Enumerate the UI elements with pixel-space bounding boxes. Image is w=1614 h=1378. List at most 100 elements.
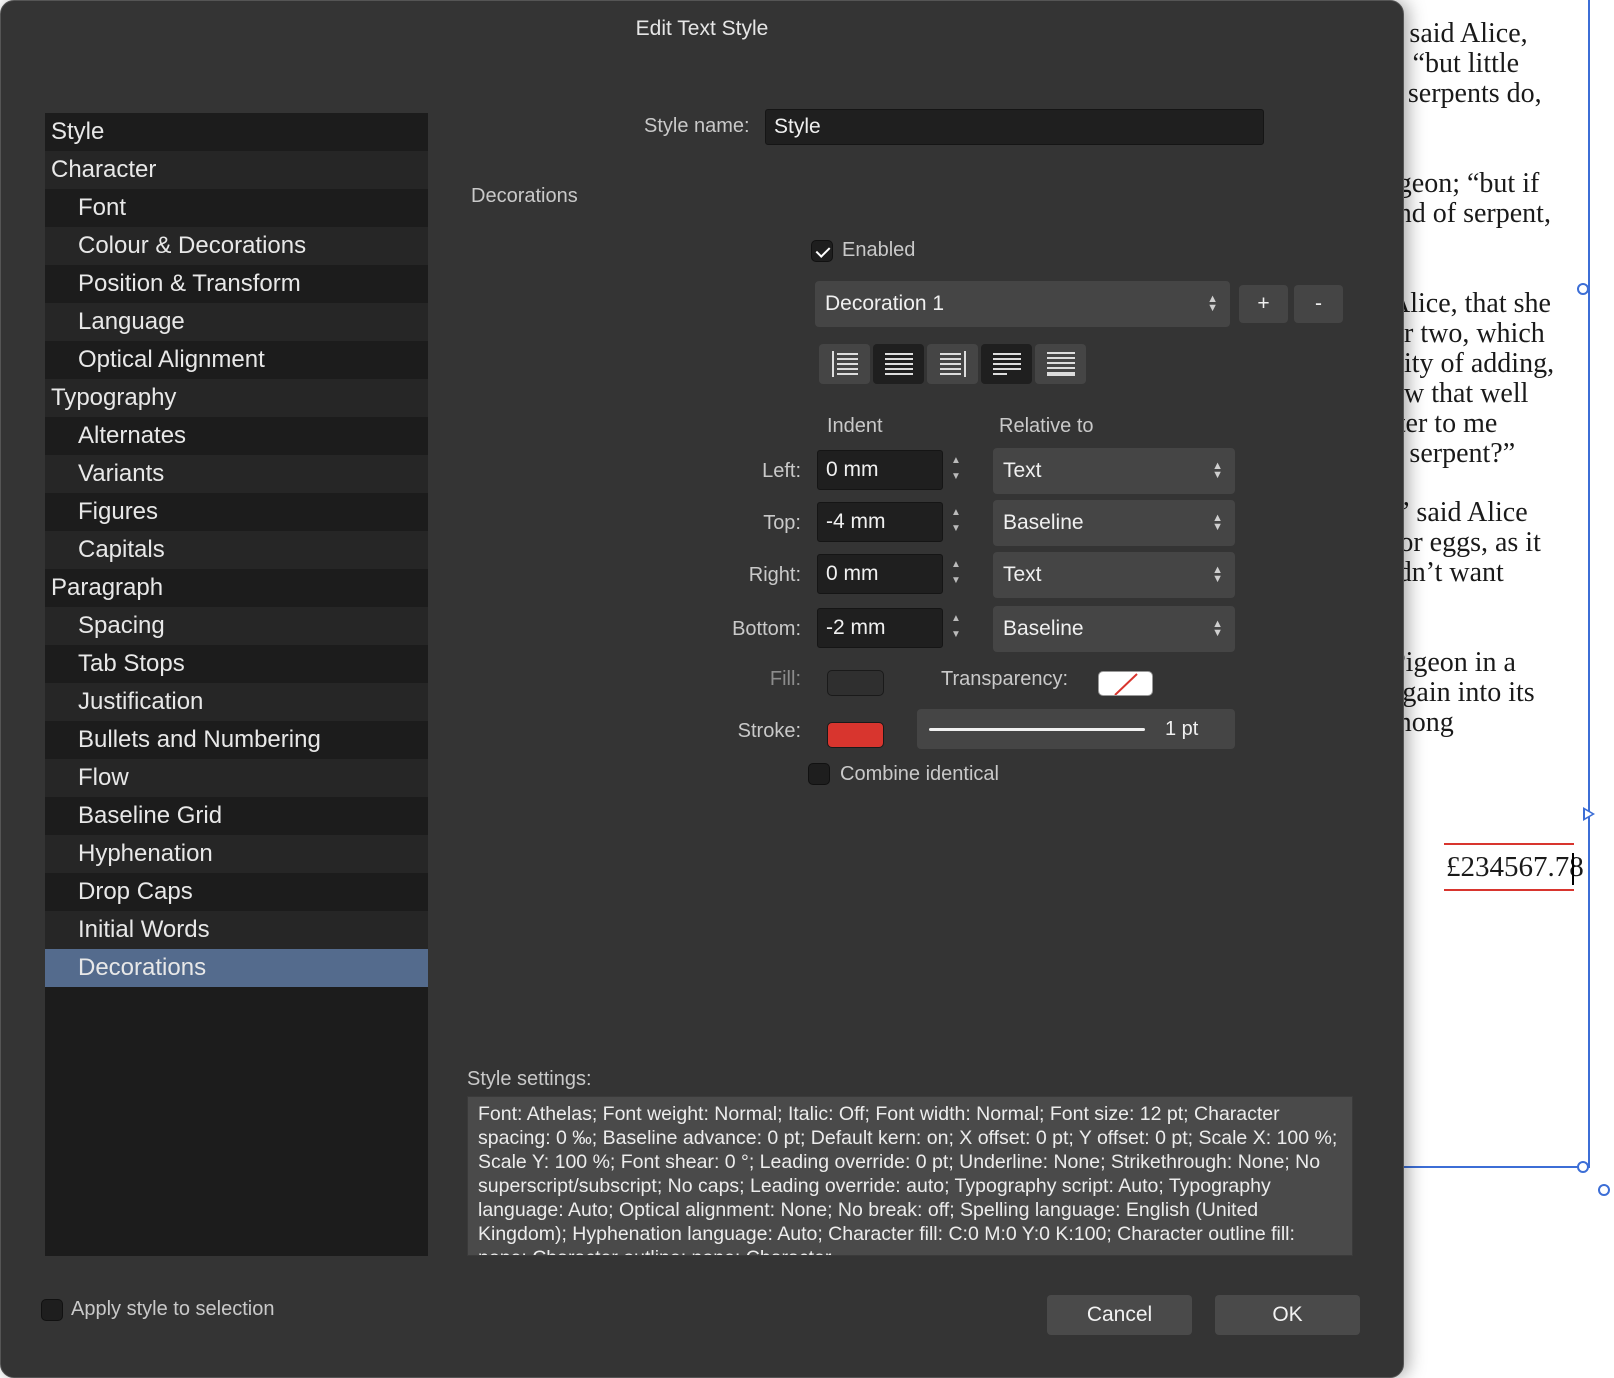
document-text-line: a serpent?” xyxy=(1390,438,1516,469)
sidebar-item-font[interactable]: Font xyxy=(45,189,428,227)
sidebar-item-flow[interactable]: Flow xyxy=(45,759,428,797)
relative-to-column-header: Relative to xyxy=(999,415,1094,437)
text-flow-arrow-icon[interactable] xyxy=(1583,807,1595,821)
sidebar-item-decorations[interactable]: Decorations xyxy=(45,949,428,987)
sidebar-item-spacing[interactable]: Spacing xyxy=(45,607,428,645)
fill-swatch[interactable] xyxy=(827,670,884,696)
document-canvas[interactable]: ” said Alice, l; “but little s serpents do… xyxy=(1390,0,1614,1378)
section-title: Decorations xyxy=(471,185,578,207)
sidebar-item-drop-caps[interactable]: Drop Caps xyxy=(45,873,428,911)
sidebar-item-justification[interactable]: Justification xyxy=(45,683,428,721)
sidebar-item-alternates[interactable]: Alternates xyxy=(45,417,428,455)
chevron-up-down-icon: ▲ ▼ xyxy=(1212,618,1223,639)
sidebar-item-style[interactable]: Style xyxy=(45,113,428,151)
sidebar-item-optical-alignment[interactable]: Optical Alignment xyxy=(45,341,428,379)
top-relative-select[interactable]: Baseline ▲ ▼ xyxy=(993,500,1235,546)
document-text-line: for eggs, as it xyxy=(1390,527,1541,558)
document-text-line: tter to me xyxy=(1390,408,1498,439)
bottom-relative-select[interactable]: Baseline ▲ ▼ xyxy=(993,606,1235,652)
document-text-line: s serpents do, xyxy=(1390,78,1542,109)
style-name-field[interactable]: Style xyxy=(765,109,1264,145)
right-indent-stepper[interactable]: ▲ ▼ xyxy=(947,554,965,594)
sidebar-item-hyphenation[interactable]: Hyphenation xyxy=(45,835,428,873)
bottom-indent-stepper[interactable]: ▲ ▼ xyxy=(947,608,965,648)
enabled-checkbox[interactable] xyxy=(811,240,833,262)
sidebar-item-variants[interactable]: Variants xyxy=(45,455,428,493)
dialog-title: Edit Text Style xyxy=(635,17,769,40)
remove-decoration-button[interactable]: - xyxy=(1294,285,1343,323)
document-text-line: or two, which xyxy=(1390,318,1545,349)
alignment-buttons xyxy=(819,344,1089,384)
document-text-line: l; “but little xyxy=(1390,48,1520,79)
sidebar-item-language[interactable]: Language xyxy=(45,303,428,341)
apply-to-selection-checkbox[interactable] xyxy=(41,1299,63,1321)
sidebar-item-figures[interactable]: Figures xyxy=(45,493,428,531)
stroke-label: Stroke: xyxy=(737,720,801,742)
justify-all-icon[interactable] xyxy=(1035,344,1086,384)
right-relative-value: Text xyxy=(1003,563,1042,586)
stroke-swatch[interactable] xyxy=(827,722,884,748)
document-text-line: ” said Alice, xyxy=(1390,18,1528,49)
left-label: Left: xyxy=(762,460,801,482)
frame-corner-handle[interactable] xyxy=(1577,1161,1589,1173)
left-relative-select[interactable]: Text ▲ ▼ xyxy=(993,448,1235,494)
stroke-width-slider[interactable] xyxy=(929,728,1145,731)
text-frame-edge xyxy=(1588,0,1590,1168)
right-indent-field[interactable]: 0 mm xyxy=(817,554,943,594)
chevron-up-down-icon: ▲ ▼ xyxy=(1207,293,1218,314)
top-indent-stepper[interactable]: ▲ ▼ xyxy=(947,502,965,542)
sidebar-item-bullets-and-numbering[interactable]: Bullets and Numbering xyxy=(45,721,428,759)
sidebar-item-capitals[interactable]: Capitals xyxy=(45,531,428,569)
bottom-relative-value: Baseline xyxy=(1003,617,1084,640)
style-settings-label: Style settings: xyxy=(467,1068,592,1090)
left-indent-stepper[interactable]: ▲ ▼ xyxy=(947,450,965,490)
frame-handle[interactable] xyxy=(1598,1184,1610,1196)
combine-identical-checkbox[interactable] xyxy=(808,763,830,785)
sidebar-item-tab-stops[interactable]: Tab Stops xyxy=(45,645,428,683)
price-text: £234567.78 xyxy=(1446,851,1584,883)
top-indent-field[interactable]: -4 mm xyxy=(817,502,943,542)
align-center-icon[interactable] xyxy=(873,344,924,384)
justify-last-left-icon[interactable] xyxy=(981,344,1032,384)
sidebar-item-typography[interactable]: Typography xyxy=(45,379,428,417)
right-relative-select[interactable]: Text ▲ ▼ xyxy=(993,552,1235,598)
style-settings-text: Font: Athelas; Font weight: Normal; Ital… xyxy=(467,1096,1353,1256)
sidebar-item-colour-decorations[interactable]: Colour & Decorations xyxy=(45,227,428,265)
apply-to-selection-label: Apply style to selection xyxy=(71,1298,275,1320)
ok-button[interactable]: OK xyxy=(1215,1295,1360,1335)
align-left-icon[interactable] xyxy=(819,344,870,384)
bottom-label: Bottom: xyxy=(732,618,801,640)
bottom-indent-field[interactable]: -2 mm xyxy=(817,608,943,648)
sidebar-item-position-transform[interactable]: Position & Transform xyxy=(45,265,428,303)
right-label: Right: xyxy=(748,564,801,586)
document-text-line: Pigeon in a xyxy=(1390,647,1516,678)
document-text-line: ldn’t want xyxy=(1390,557,1504,588)
sidebar-item-character[interactable]: Character xyxy=(45,151,428,189)
decoration-select-value: Decoration 1 xyxy=(825,292,945,315)
decorated-text[interactable]: £234567.78 xyxy=(1444,843,1584,891)
left-relative-value: Text xyxy=(1003,459,1042,482)
align-right-icon[interactable] xyxy=(927,344,978,384)
no-fill-icon xyxy=(1114,673,1138,695)
add-decoration-button[interactable]: + xyxy=(1239,285,1288,323)
frame-handle[interactable] xyxy=(1577,283,1589,295)
sidebar-item-baseline-grid[interactable]: Baseline Grid xyxy=(45,797,428,835)
top-label: Top: xyxy=(763,512,801,534)
enabled-label: Enabled xyxy=(842,239,916,261)
sidebar-item-paragraph[interactable]: Paragraph xyxy=(45,569,428,607)
left-indent-field[interactable]: 0 mm xyxy=(817,450,943,490)
edit-text-style-dialog: Edit Text Style Style Character Font Colour… xyxy=(0,0,1404,1378)
document-text-line: igeon; “but if xyxy=(1390,168,1540,199)
stroke-width-control[interactable]: 1 pt xyxy=(917,709,1235,749)
category-sidebar: Style Character Font Colour & Decorations Po… xyxy=(45,113,428,1256)
chevron-up-down-icon: ▲ ▼ xyxy=(1212,512,1223,533)
decoration-select[interactable]: Decoration 1 ▲ ▼ xyxy=(815,281,1230,327)
transparency-label: Transparency: xyxy=(941,668,1069,690)
document-text-line: nity of adding, xyxy=(1390,348,1555,379)
text-frame-bottom-edge xyxy=(1390,1166,1590,1168)
sidebar-item-initial-words[interactable]: Initial Words xyxy=(45,911,428,949)
document-text-line: Alice, that she xyxy=(1390,288,1551,319)
top-relative-value: Baseline xyxy=(1003,511,1084,534)
transparency-swatch[interactable] xyxy=(1098,671,1153,696)
cancel-button[interactable]: Cancel xyxy=(1047,1295,1192,1335)
